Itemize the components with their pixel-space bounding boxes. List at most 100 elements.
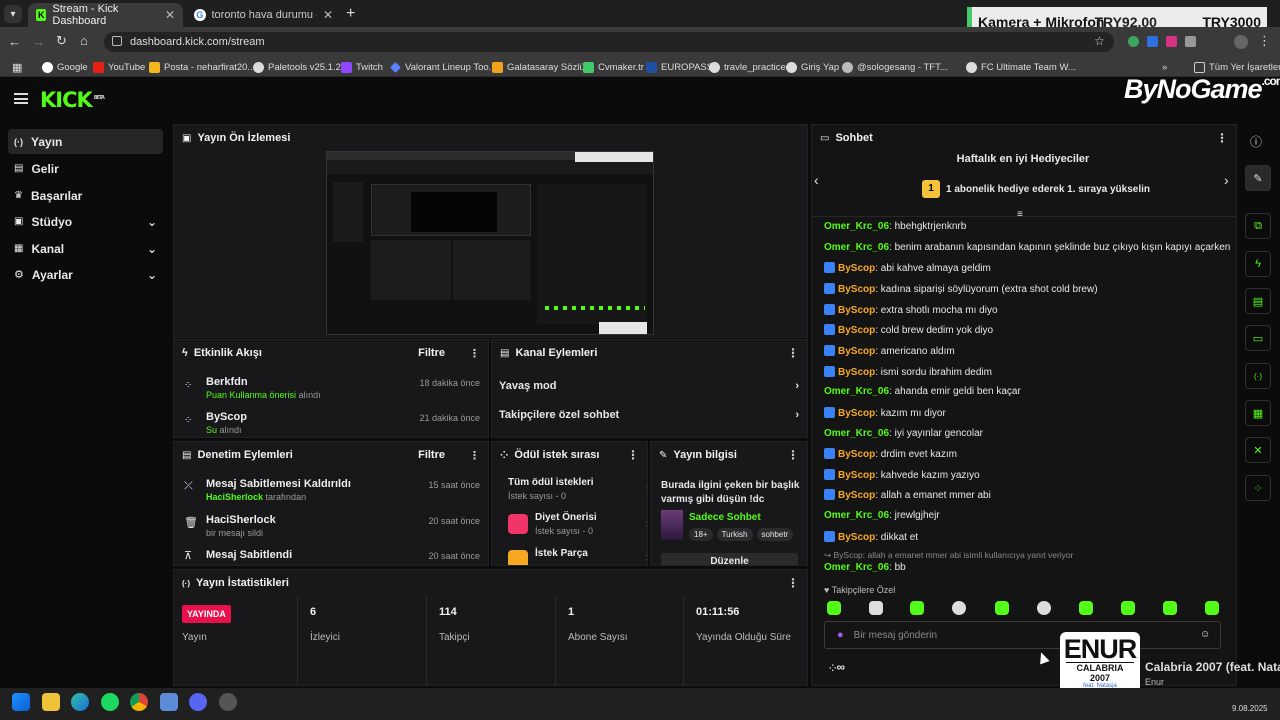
- app-icon[interactable]: [160, 693, 178, 711]
- kick-logo[interactable]: KICK BETA: [40, 88, 105, 112]
- chat-message[interactable]: Omer_Krc_06: bb: [824, 562, 906, 573]
- bookmark-valorant[interactable]: Valorant Lineup Too...: [390, 57, 497, 77]
- sidebar-item-studyo[interactable]: ▣ Stüdyo ⌄: [8, 209, 163, 234]
- chat-username[interactable]: Omer_Krc_06: [824, 386, 889, 397]
- chat-username[interactable]: ByScop: [838, 532, 875, 543]
- emote[interactable]: [1121, 601, 1135, 615]
- channel-points[interactable]: ⁘∞: [829, 660, 845, 674]
- reward-item-song[interactable]: İstek Parça ›: [508, 548, 647, 565]
- bookmark-galatasaray[interactable]: Galatasaray Sözlük: [492, 57, 589, 77]
- chat-username[interactable]: ByScop: [838, 408, 875, 419]
- quick-action-clip[interactable]: ⧉: [1245, 213, 1271, 239]
- bookmark-europass[interactable]: EUROPASS: [646, 57, 713, 77]
- chat-message[interactable]: Omer_Krc_06: iyi yayınlar gencolar: [824, 428, 983, 439]
- hamburger-menu-icon[interactable]: [14, 93, 28, 104]
- collapse-icon[interactable]: ≡: [1017, 209, 1023, 220]
- quick-action-wrench[interactable]: ✕: [1245, 437, 1271, 463]
- quick-action-chat[interactable]: ▭: [1245, 325, 1271, 351]
- chat-username[interactable]: Omer_Krc_06: [824, 221, 889, 232]
- emote[interactable]: [995, 601, 1009, 615]
- emoji-picker-icon[interactable]: ☺: [1200, 629, 1210, 640]
- bookmark-youtube[interactable]: YouTube: [93, 57, 145, 77]
- bookmark-posta[interactable]: Posta - neharfirat20...: [149, 57, 255, 77]
- followers-only-chat-row[interactable]: Takipçilere özel sohbet ›: [499, 409, 799, 421]
- chat-username[interactable]: ByScop: [838, 367, 875, 378]
- chat-message[interactable]: Omer_Krc_06: hbehgktrjenknrb: [824, 221, 966, 232]
- emote[interactable]: [827, 601, 841, 615]
- close-icon[interactable]: ✕: [165, 8, 175, 22]
- chat-message[interactable]: Omer_Krc_06: jrewlgjhejr: [824, 510, 940, 521]
- chat-username[interactable]: ByScop: [838, 346, 875, 357]
- bookmark-giris-yap[interactable]: Giriş Yap: [786, 57, 839, 77]
- extension-icons[interactable]: [1128, 36, 1196, 47]
- discord-icon[interactable]: [189, 693, 207, 711]
- chat-username[interactable]: ByScop: [838, 490, 875, 501]
- file-explorer-icon[interactable]: [42, 693, 60, 711]
- emote[interactable]: [869, 601, 883, 615]
- home-icon[interactable]: ⌂: [80, 33, 88, 48]
- emote[interactable]: [1037, 601, 1051, 615]
- sidebar-item-kanal[interactable]: ▦ Kanal ⌄: [8, 236, 163, 261]
- chat-input[interactable]: ● Bir mesaj gönderin: [824, 621, 1221, 649]
- sidebar-item-yayin[interactable]: (·) Yayın: [8, 129, 163, 154]
- chat-username[interactable]: ByScop: [838, 305, 875, 316]
- tab-search-button[interactable]: ▾: [4, 5, 22, 23]
- category-link[interactable]: Sadece Sohbet: [689, 512, 761, 523]
- sidebar-item-ayarlar[interactable]: ⚙ Ayarlar ⌄: [8, 262, 163, 287]
- tag[interactable]: 18+: [689, 528, 713, 541]
- sidebar-item-basarilar[interactable]: ♛ Başarılar: [8, 183, 163, 208]
- bookmark-tft[interactable]: @sologesang - TFT...: [842, 57, 948, 77]
- browser-menu-icon[interactable]: ⋮: [1258, 33, 1271, 49]
- emote[interactable]: [1079, 601, 1093, 615]
- chat-username[interactable]: ByScop: [838, 470, 875, 481]
- bookmark-star-icon[interactable]: ☆: [1094, 34, 1105, 48]
- forward-icon[interactable]: →: [32, 34, 45, 49]
- tab-kick-dashboard[interactable]: K Stream - Kick Dashboard ✕: [28, 3, 183, 27]
- emote[interactable]: [1163, 601, 1177, 615]
- emote[interactable]: [910, 601, 924, 615]
- edit-button[interactable]: Düzenle: [661, 553, 798, 565]
- chat-message[interactable]: ByScop: allah a emanet mmer abi: [824, 489, 991, 501]
- more-icon[interactable]: ⋮: [787, 448, 799, 462]
- chat-username[interactable]: Omer_Krc_06: [824, 510, 889, 521]
- tab-google-search[interactable]: G toronto hava durumu - Google ✕: [186, 3, 341, 27]
- quick-action-notes[interactable]: ▤: [1245, 288, 1271, 314]
- windows-start-icon[interactable]: [12, 693, 30, 711]
- close-icon[interactable]: ✕: [323, 8, 333, 22]
- more-icon[interactable]: ⋮: [469, 449, 480, 462]
- chat-message[interactable]: ByScop: americano aldım: [824, 344, 955, 357]
- info-icon[interactable]: ⓘ: [1250, 133, 1262, 150]
- chat-message[interactable]: Omer_Krc_06: benim arabanın kapısından k…: [824, 242, 1230, 253]
- more-icon[interactable]: ⋮: [1216, 131, 1228, 145]
- bookmark-cvmaker[interactable]: Cvmaker.tr: [583, 57, 644, 77]
- more-icon[interactable]: ⋮: [469, 347, 480, 360]
- quick-action-grid[interactable]: ▦: [1245, 400, 1271, 426]
- chat-username[interactable]: ByScop: [838, 449, 875, 460]
- quick-action-dots[interactable]: ⁘: [1245, 475, 1271, 501]
- quick-action-broadcast[interactable]: (·): [1245, 363, 1271, 389]
- chat-message[interactable]: ByScop: kahvede kazım yazıyo: [824, 468, 980, 481]
- more-icon[interactable]: ⋮: [787, 346, 799, 360]
- chat-message[interactable]: ByScop: kadına siparişi söylüyorum (extr…: [824, 282, 1098, 295]
- chevron-left-icon[interactable]: ‹: [814, 172, 819, 188]
- site-info-icon[interactable]: [112, 36, 122, 46]
- filter-button[interactable]: Filtre: [418, 347, 445, 359]
- reward-item-all[interactable]: Tüm ödül istekleri İstek sayısı - 0 ›: [508, 477, 647, 501]
- chevron-right-icon[interactable]: ›: [1224, 172, 1229, 188]
- app-icon[interactable]: [219, 693, 237, 711]
- more-icon[interactable]: ⋮: [627, 448, 639, 462]
- edge-icon[interactable]: [71, 693, 89, 711]
- edit-layout-button[interactable]: ✎: [1245, 165, 1271, 191]
- emote[interactable]: [1205, 601, 1219, 615]
- microphone-icon[interactable]: ●: [837, 629, 844, 641]
- chat-username[interactable]: ByScop: [838, 263, 875, 274]
- chat-message[interactable]: ByScop: dikkat et: [824, 530, 918, 543]
- chat-message[interactable]: ByScop: kazım mı diyor: [824, 406, 946, 419]
- bookmark-fc-ultimate[interactable]: FC Ultimate Team W...: [966, 57, 1076, 77]
- spotify-icon[interactable]: [101, 693, 119, 711]
- bookmark-travle[interactable]: travle_practice: [709, 57, 786, 77]
- bookmark-paletools[interactable]: Paletools v25.1.23: [253, 57, 346, 77]
- profile-avatar[interactable]: [1234, 35, 1248, 49]
- chat-username[interactable]: ByScop: [838, 284, 875, 295]
- emote[interactable]: [952, 601, 966, 615]
